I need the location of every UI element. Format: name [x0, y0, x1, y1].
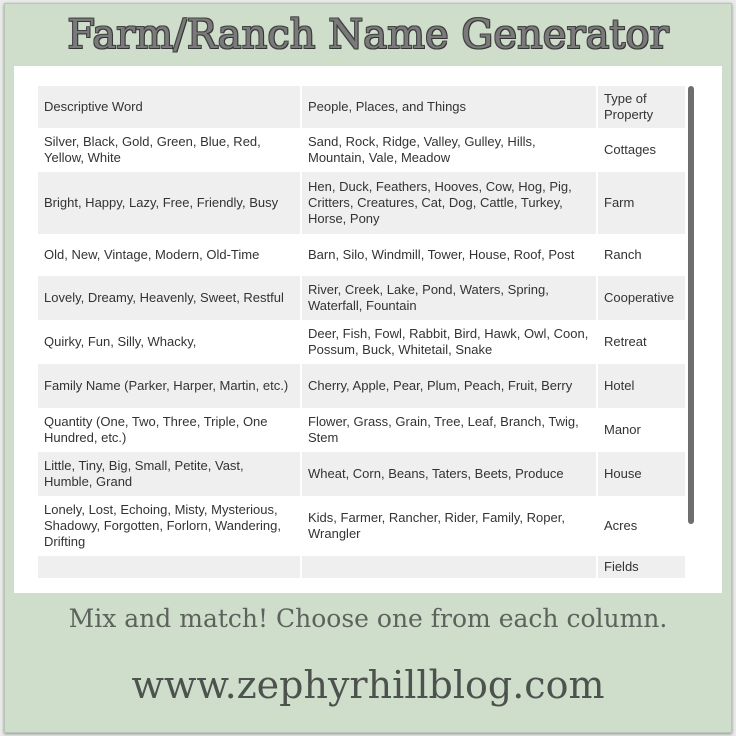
header-cell: People, Places, and Things [301, 86, 598, 128]
table-row: Quirky, Fun, Silly, Whacky, Deer, Fish, F… [38, 320, 687, 364]
table-cell: Quirky, Fun, Silly, Whacky, [38, 320, 302, 364]
scrollbar[interactable] [688, 86, 694, 524]
table-row: Fields [38, 556, 687, 578]
table-cell: Flower, Grass, Grain, Tree, Leaf, Branch… [301, 408, 598, 452]
table-cell: Retreat [597, 320, 687, 364]
table-cell: Hen, Duck, Feathers, Hooves, Cow, Hog, P… [301, 172, 598, 234]
header-cell: Descriptive Word [38, 86, 302, 128]
table-cell: Lonely, Lost, Echoing, Misty, Mysterious… [38, 496, 302, 556]
table-cell: Wheat, Corn, Beans, Taters, Beets, Produ… [301, 452, 598, 496]
table-cell: Acres [597, 496, 687, 556]
table-cell: Ranch [597, 234, 687, 276]
table-cell: Kids, Farmer, Rancher, Rider, Family, Ro… [301, 496, 598, 556]
table-header: Descriptive Word People, Places, and Thi… [38, 86, 687, 128]
table-cell: Cottages [597, 128, 687, 172]
header-cell: Type of Property [597, 86, 687, 128]
page-title: Farm/Ranch Name Generator [67, 12, 669, 58]
table-row: Lovely, Dreamy, Heavenly, Sweet, Restful… [38, 276, 687, 320]
table-cell: Manor [597, 408, 687, 452]
table-cell [38, 556, 302, 578]
table-cell: Family Name (Parker, Harper, Martin, etc… [38, 364, 302, 408]
table-cell: Old, New, Vintage, Modern, Old-Time [38, 234, 302, 276]
table-cell: River, Creek, Lake, Pond, Waters, Spring… [301, 276, 598, 320]
tagline: Mix and match! Choose one from each colu… [68, 604, 668, 633]
table-cell: Little, Tiny, Big, Small, Petite, Vast, … [38, 452, 302, 496]
table-cell: Cherry, Apple, Pear, Plum, Peach, Fruit,… [301, 364, 598, 408]
table-cell: Lovely, Dreamy, Heavenly, Sweet, Restful [38, 276, 302, 320]
table-cell: Farm [597, 172, 687, 234]
table-row: Old, New, Vintage, Modern, Old-Time Barn,… [38, 234, 687, 276]
table-row: Silver, Black, Gold, Green, Blue, Red, Y… [38, 128, 687, 172]
table-cell: Silver, Black, Gold, Green, Blue, Red, Y… [38, 128, 302, 172]
table-cell: Fields [597, 556, 687, 578]
table-cell: Barn, Silo, Windmill, Tower, House, Roof… [301, 234, 598, 276]
website-url: www.zephyrhillblog.com [131, 663, 605, 707]
table-cell: Cooperative [597, 276, 687, 320]
table-row: Bright, Happy, Lazy, Free, Friendly, Bus… [38, 172, 687, 234]
table-row: Lonely, Lost, Echoing, Misty, Mysterious… [38, 496, 687, 556]
table-row: Family Name (Parker, Harper, Martin, etc… [38, 364, 687, 408]
table-cell: House [597, 452, 687, 496]
table-cell: Quantity (One, Two, Three, Triple, One H… [38, 408, 302, 452]
table-cell: Sand, Rock, Ridge, Valley, Gulley, Hills… [301, 128, 598, 172]
table-cell [301, 556, 598, 578]
name-table: Descriptive Word People, Places, and Thi… [38, 86, 687, 578]
table-row: Little, Tiny, Big, Small, Petite, Vast, … [38, 452, 687, 496]
table-cell: Deer, Fish, Fowl, Rabbit, Bird, Hawk, Ow… [301, 320, 598, 364]
table-cell: Bright, Happy, Lazy, Free, Friendly, Bus… [38, 172, 302, 234]
table-row: Quantity (One, Two, Three, Triple, One H… [38, 408, 687, 452]
table-cell: Hotel [597, 364, 687, 408]
